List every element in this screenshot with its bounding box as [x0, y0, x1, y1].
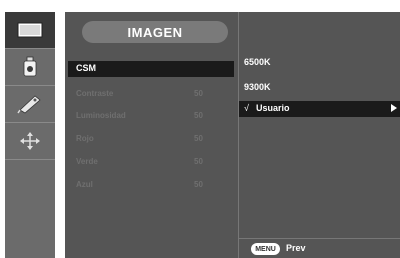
- color-bottle-icon: [23, 56, 37, 77]
- osd-window: IMAGEN CSM Contraste 50 Luminosidad 50 R…: [5, 5, 400, 258]
- param-value: 50: [194, 111, 203, 120]
- param-row: Rojo 50: [76, 134, 226, 148]
- arrows-position-icon: [20, 132, 40, 150]
- pen-tag-icon: [17, 95, 41, 114]
- param-label: Rojo: [76, 134, 94, 143]
- param-row: Azul 50: [76, 180, 226, 194]
- main-panel: IMAGEN CSM Contraste 50 Luminosidad 50 R…: [65, 12, 400, 258]
- arrow-right-icon: [391, 104, 397, 112]
- sidebar-item-tools[interactable]: [5, 86, 55, 123]
- param-value: 50: [194, 180, 203, 189]
- option-6500k[interactable]: 6500K: [244, 57, 271, 67]
- param-value: 50: [194, 134, 203, 143]
- panel-divider: [238, 12, 239, 258]
- param-row: Verde 50: [76, 157, 226, 171]
- menu-item-csm[interactable]: CSM: [68, 61, 234, 77]
- footer-divider: [239, 238, 400, 239]
- param-row: Contraste 50: [76, 89, 226, 103]
- prev-label: Prev: [286, 243, 306, 253]
- option-usuario[interactable]: √ Usuario: [239, 101, 400, 117]
- sidebar-item-position[interactable]: [5, 123, 55, 160]
- option-label: Usuario: [256, 103, 290, 113]
- option-9300k[interactable]: 9300K: [244, 82, 271, 92]
- menu-title: IMAGEN: [82, 21, 228, 43]
- check-mark-icon: √: [244, 103, 249, 113]
- param-row: Luminosidad 50: [76, 111, 226, 125]
- param-value: 50: [194, 157, 203, 166]
- sidebar: [5, 12, 55, 258]
- param-label: Contraste: [76, 89, 114, 98]
- monitor-picture-icon: [17, 22, 43, 38]
- menu-item-label: CSM: [76, 63, 96, 73]
- param-value: 50: [194, 89, 203, 98]
- param-label: Luminosidad: [76, 111, 126, 120]
- sidebar-item-picture[interactable]: [5, 12, 55, 49]
- menu-button[interactable]: MENU: [251, 243, 280, 255]
- sidebar-item-color[interactable]: [5, 49, 55, 86]
- param-label: Azul: [76, 180, 93, 189]
- param-label: Verde: [76, 157, 98, 166]
